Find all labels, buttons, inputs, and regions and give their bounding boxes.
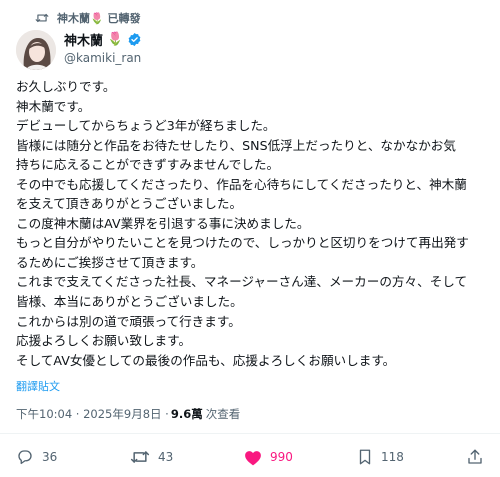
tweet-line: もっと自分がやりたいことを見つけたので、しっかりと区切りをつけて再出発す (16, 235, 469, 251)
tweet-line: これからは別の道で頑張って行きます。 (16, 313, 241, 329)
author-name-row[interactable]: 神木蘭 🌷 (64, 30, 142, 49)
tweet-line: を支えて頂きありがとうございました。 (16, 196, 243, 212)
bookmark-count: 118 (381, 450, 404, 464)
tweet-line: 応援よろしくお願い致します。 (16, 333, 192, 349)
like-button[interactable]: 990 (244, 446, 293, 468)
avatar[interactable] (16, 30, 56, 70)
tweet-line: そしてAV女優としての最後の作品も、応援よろしくお願いします。 (16, 352, 396, 368)
repost-label: 神木蘭🌷 已轉發 (57, 10, 141, 26)
heart-icon (245, 450, 261, 465)
tweet-meta: 下午10:04 · 2025年9月8日 · 9.6萬 次查看 (16, 406, 240, 422)
tweet-line: るためにご挨拶させて頂きます。 (16, 254, 204, 270)
tweet-line: 神木蘭です。 (16, 98, 91, 114)
view-count-label: 次查看 (205, 407, 241, 421)
tweet-line: その中でも応援してくださったり、作品を心待ちにしてくださったりと、神木蘭 (16, 176, 467, 192)
view-count: 9.6萬 (170, 407, 203, 421)
tweet-line: お久しぶりです。 (16, 79, 116, 94)
tweet-line: この度神木蘭はAV業界を引退する事に決めました。 (16, 215, 310, 231)
retweet-icon (35, 13, 49, 23)
verified-badge-icon (128, 32, 141, 46)
author-handle[interactable]: @kamiki_ran (64, 51, 142, 65)
bookmark-icon (359, 449, 371, 465)
author-block: 神木蘭 🌷 @kamiki_ran (64, 30, 142, 66)
retweet-button[interactable]: 43 (130, 446, 173, 468)
repost-header[interactable]: 神木蘭🌷 已轉發 (35, 9, 141, 27)
share-button[interactable] (466, 446, 484, 468)
tweet-line: 持ちに応えることができずすみませんでした。 (16, 157, 280, 173)
timestamp[interactable]: 下午10:04 · 2025年9月8日 · (16, 406, 169, 422)
tweet-text: お久しぶりです。 神木蘭です。 デビューしてからちょうど3年が経ちました。 皆様… (16, 77, 490, 370)
share-icon (468, 449, 482, 464)
tweet-line: これまで支えてくださった社長、マネージャーさん達、メーカーの方々、そして (16, 274, 468, 290)
tweet-line: デビューしてからちょうど3年が経ちました。 (16, 118, 276, 134)
reply-count: 36 (42, 450, 58, 464)
reply-button[interactable]: 36 (16, 446, 57, 468)
tulip-emoji: 🌷 (107, 31, 124, 47)
translate-post-link[interactable]: 翻譯貼文 (16, 378, 60, 394)
bookmark-button[interactable]: 118 (357, 446, 404, 468)
retweet-count: 43 (158, 450, 174, 464)
divider (0, 433, 500, 434)
action-bar: 36 43 990 118 (16, 446, 486, 468)
tweet-line: 皆様、本当にありがとうございました。 (16, 294, 243, 310)
repost-name: 神木蘭 (57, 12, 90, 25)
repost-suffix: 已轉發 (107, 12, 141, 25)
reply-icon (18, 450, 32, 465)
tulip-emoji: 🌷 (90, 12, 104, 25)
retweet-icon (130, 451, 150, 463)
like-count: 990 (270, 450, 293, 464)
author-name: 神木蘭 (64, 33, 104, 49)
tweet-line: 皆様には随分と作品をお待たせしたり、SNS低浮上だったりと、なかなかお気 (16, 137, 456, 153)
